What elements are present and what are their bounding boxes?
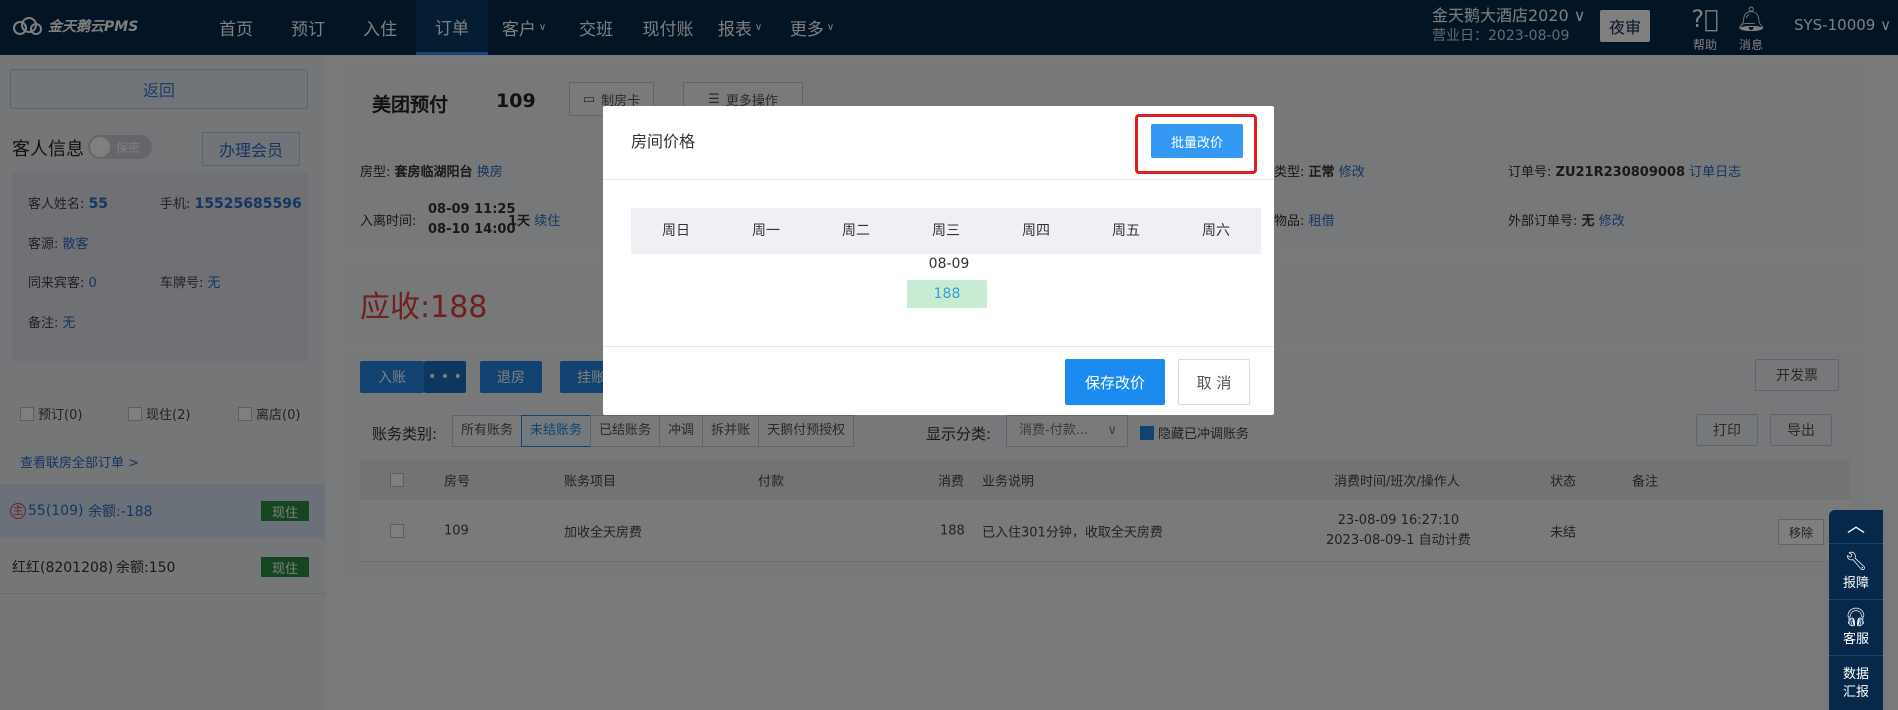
- divider: [603, 179, 1274, 180]
- weekday-wed: 周三: [932, 223, 960, 239]
- weekday-mon: 周一: [752, 223, 780, 239]
- weekday-fri: 周五: [1112, 223, 1140, 239]
- weekday-sun: 周日: [662, 223, 690, 239]
- wrench-icon: 🔧︎: [1844, 551, 1868, 572]
- room-price-dialog: 房间价格 批量改价 周日 周一 周二 周三 周四 周五 周六 08-09 188…: [603, 106, 1274, 415]
- price-input[interactable]: 188: [907, 280, 987, 308]
- report-issue-button[interactable]: 🔧︎ 报障: [1829, 544, 1883, 600]
- batch-modify-price-button[interactable]: 批量改价: [1151, 124, 1243, 158]
- data-report-button[interactable]: 数据汇报: [1829, 656, 1883, 710]
- weekday-thu: 周四: [1022, 223, 1050, 239]
- dialog-title: 房间价格: [631, 132, 696, 151]
- weekday-tue: 周二: [842, 223, 870, 239]
- headset-icon: 🎧︎: [1844, 607, 1868, 628]
- scroll-top-button[interactable]: ︿: [1829, 510, 1883, 544]
- save-price-button[interactable]: 保存改价: [1065, 359, 1165, 405]
- weekday-sat: 周六: [1202, 223, 1230, 239]
- calendar-date: 08-09: [928, 256, 970, 272]
- weekday-header: 周日 周一 周二 周三 周四 周五 周六: [631, 208, 1261, 254]
- divider: [603, 346, 1274, 347]
- cancel-button[interactable]: 取 消: [1178, 359, 1250, 405]
- customer-service-button[interactable]: 🎧︎ 客服: [1829, 600, 1883, 656]
- chevron-up-icon: ︿: [1847, 515, 1865, 537]
- right-dock: ︿ 🔧︎ 报障 🎧︎ 客服 数据汇报: [1829, 510, 1883, 710]
